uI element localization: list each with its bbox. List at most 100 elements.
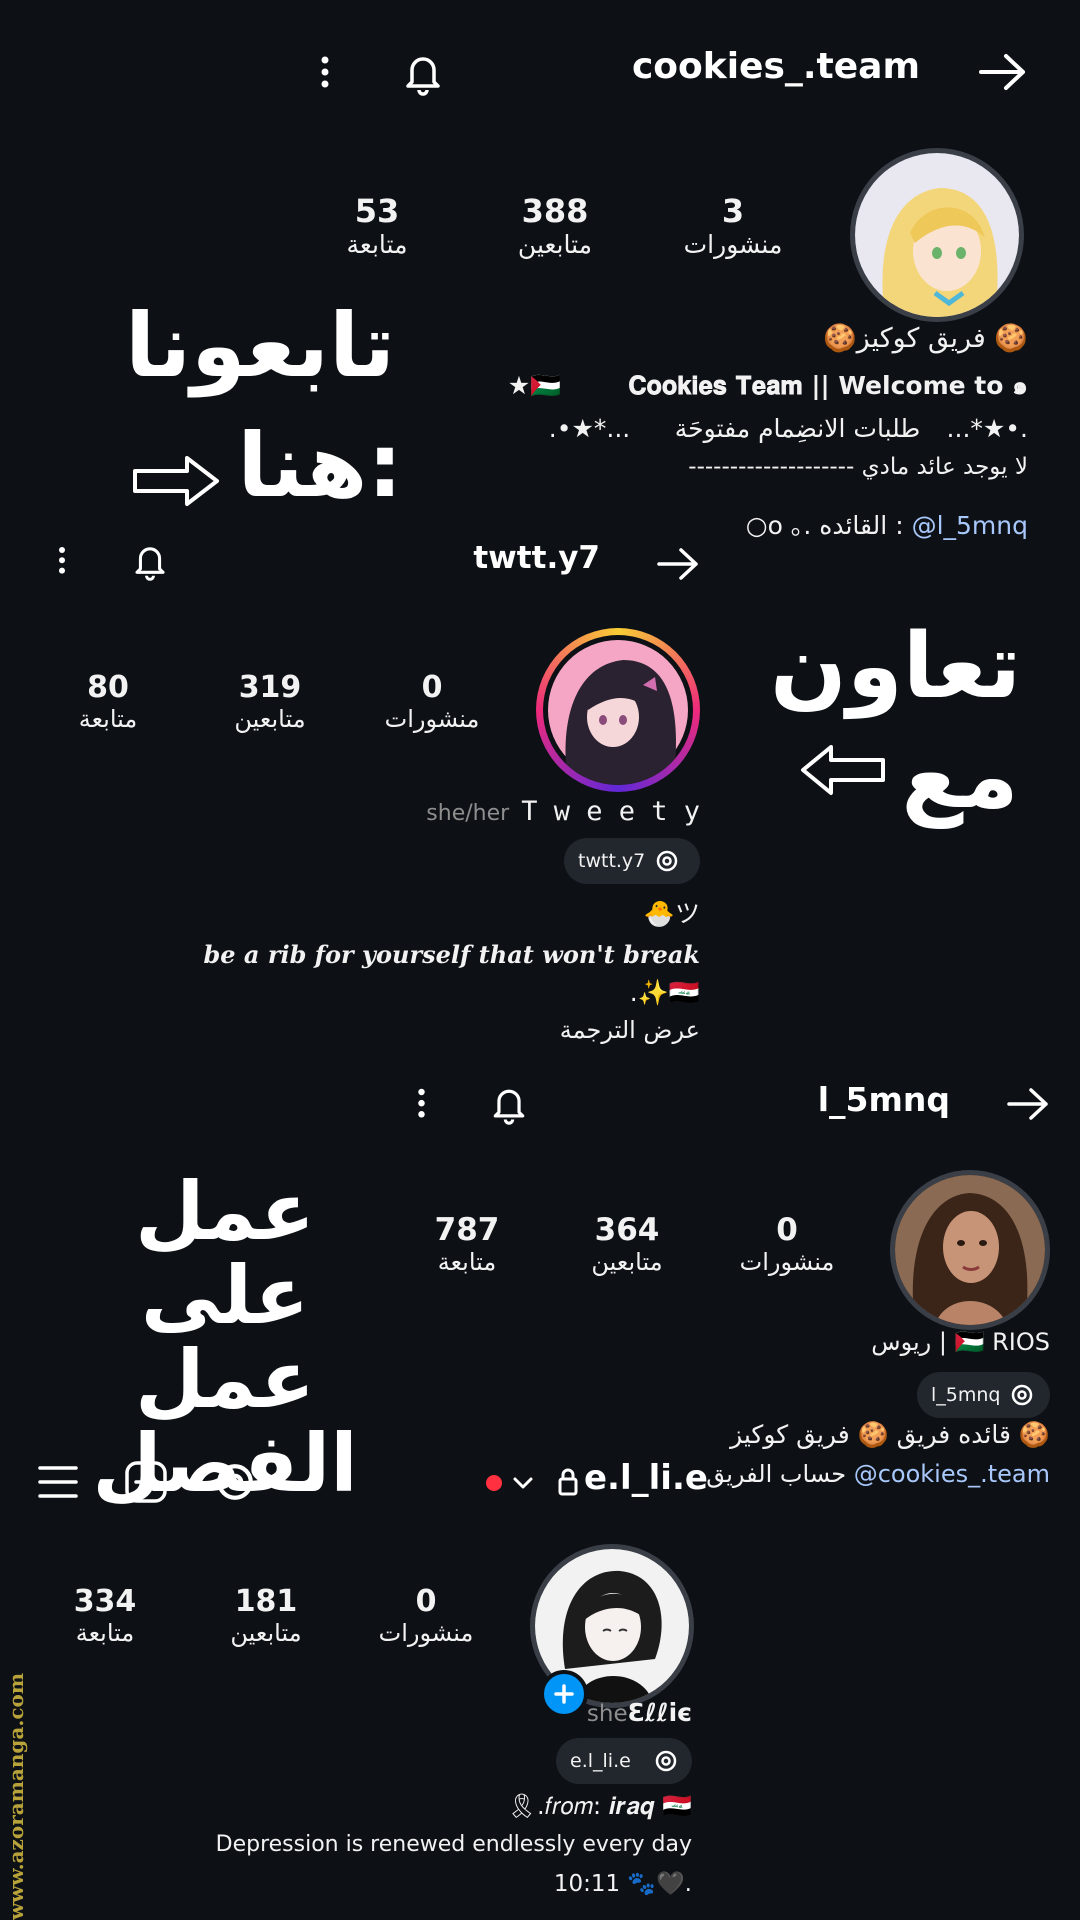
- threads-badge[interactable]: l_5mnq: [917, 1372, 1050, 1418]
- profile-avatar: [543, 635, 693, 785]
- stat-label: منشورات: [683, 230, 783, 259]
- stat-following[interactable]: 334 متابعة: [20, 1584, 190, 1647]
- stat-value: 319: [238, 670, 302, 705]
- profile-name: ريوس | 🇵🇸 RIOS: [871, 1328, 1050, 1356]
- overlay-caption: هنا:: [220, 414, 420, 517]
- bio-line: 10:11 🐾🖤.: [553, 1871, 692, 1897]
- bio-text: ○o ｡. القائده :: [745, 511, 912, 540]
- stat-label: منشورات: [384, 705, 480, 733]
- bio-line: -------------------- لا يوجد عائد مادي: [688, 454, 1028, 480]
- leader-mention-link[interactable]: @l_5mnq: [912, 511, 1028, 540]
- caption-line: هنا:: [237, 414, 403, 517]
- bio-line-team: حساب الفريق @cookies_.team: [706, 1460, 1050, 1488]
- translate-link[interactable]: عرض الترجمة: [560, 1016, 700, 1044]
- overlay-caption: تعاون: [770, 614, 1022, 719]
- stat-value: 80: [87, 670, 129, 705]
- profile-elie: e.l_li.e 0 منشورات 181 متابعين 334 متابع…: [0, 1440, 720, 1920]
- bell-icon[interactable]: [130, 540, 170, 582]
- overlay-caption: مع: [890, 724, 1030, 829]
- bio-block: ريوس | 🇵🇸 RIOS: [600, 1328, 1050, 1368]
- bio-text: حساب الفريق: [706, 1460, 854, 1488]
- back-arrow-icon[interactable]: [1006, 1086, 1050, 1122]
- stat-value: 0: [421, 670, 443, 705]
- profile-cookies-team: cookies_.team 3 منشورات 388 متابعين 53 م…: [0, 0, 1080, 540]
- chevron-down-icon[interactable]: [512, 1474, 534, 1492]
- stat-following[interactable]: 787 متابعة: [382, 1212, 552, 1276]
- bio-lines: 🐣ツ be a rib for yourself that won't brea…: [204, 890, 700, 1070]
- profile-twtt: twtt.y7 0 منشورات 319 متابعين 80 متابعة: [0, 530, 1021, 1050]
- threads-handle: l_5mnq: [931, 1384, 1001, 1406]
- live-indicator-dot: [486, 1475, 502, 1491]
- stat-value: 334: [73, 1584, 137, 1619]
- bio-line: Depression is renewed endlessly every da…: [215, 1832, 692, 1857]
- arrow-right-outline-icon: [132, 455, 220, 507]
- threads-icon: [655, 849, 679, 873]
- more-options-icon[interactable]: [56, 544, 68, 580]
- profile-avatar-story-ring[interactable]: [536, 628, 700, 792]
- stat-label: متابعة: [346, 230, 408, 259]
- stat-posts[interactable]: 3 منشورات: [648, 192, 818, 259]
- bio-block: sheƐℓℓiє: [200, 1696, 692, 1736]
- stat-value: 0: [776, 1212, 798, 1248]
- name-prefix: she: [586, 1701, 628, 1727]
- profile-avatar[interactable]: [890, 1170, 1050, 1330]
- bio-line: قائده فريق 🍪 فريق كوكيز 🍪: [730, 1420, 1050, 1449]
- stat-followers[interactable]: 181 متابعين: [181, 1584, 351, 1647]
- stat-value: 364: [594, 1212, 660, 1248]
- stat-label: متابعين: [517, 230, 593, 259]
- stat-label: متابعة: [437, 1248, 497, 1276]
- profile-username: twtt.y7: [473, 540, 600, 576]
- stat-following[interactable]: 80 متابعة: [23, 670, 193, 733]
- profile-name: she/her T w e e t y: [426, 796, 700, 827]
- back-arrow-icon[interactable]: [656, 546, 700, 582]
- threads-badge[interactable]: twtt.y7: [564, 838, 700, 884]
- stat-following[interactable]: 53 متابعة: [292, 192, 462, 259]
- stat-label: منشورات: [378, 1619, 474, 1647]
- bio-line-leader: ○o ｡. القائده : @l_5mnq: [746, 506, 1028, 542]
- stat-value: 388: [521, 192, 589, 230]
- more-options-icon[interactable]: [415, 1086, 428, 1124]
- bell-icon[interactable]: [488, 1082, 530, 1126]
- back-arrow-icon[interactable]: [978, 52, 1028, 92]
- stat-value: 0: [415, 1584, 437, 1619]
- threads-icon: [1010, 1383, 1034, 1407]
- stat-value: 181: [234, 1584, 298, 1619]
- threads-handle: twtt.y7: [578, 850, 646, 872]
- profile-username[interactable]: e.l_li.e: [584, 1458, 720, 1498]
- pronouns: she/her: [426, 801, 510, 826]
- profile-username: cookies_.team: [631, 46, 920, 87]
- watermark-text: www.azoramanga.com: [4, 1672, 28, 1920]
- caption-line: تعاون: [770, 614, 1022, 719]
- bio-line: 🎗.𝑓𝑟𝑜𝑚: 𝒊𝒓𝒂𝒒 🇮🇶: [506, 1792, 692, 1820]
- create-post-icon[interactable]: [124, 1460, 168, 1504]
- profile-avatar[interactable]: [850, 148, 1024, 322]
- stat-posts[interactable]: 0 منشورات: [347, 670, 517, 733]
- bio-lines: 🎗.𝑓𝑟𝑜𝑚: 𝒊𝒓𝒂𝒒 🇮🇶 Depression is renewed en…: [200, 1792, 692, 1920]
- stat-label: متابعين: [230, 1619, 302, 1647]
- bio-line: .•★*...⠀⠀ طلبات الانضِمام مفتوحَة⠀ ...*★…: [548, 414, 1028, 443]
- bio-line: be a rib for yourself that won't break: [203, 940, 700, 969]
- stat-label: متابعين: [234, 705, 306, 733]
- display-name: T w e e t y: [521, 796, 700, 827]
- caption-line: تابعونا: [124, 294, 396, 397]
- profile-l5mnq: l_5mnq 0 منشورات 364 متابعين 787 متابعة …: [0, 1060, 1080, 1506]
- stat-posts[interactable]: 0 منشورات: [341, 1584, 511, 1647]
- watermark: www.azoramanga.com: [4, 1668, 38, 1920]
- hamburger-menu-icon[interactable]: [38, 1464, 78, 1500]
- stat-followers[interactable]: 319 متابعين: [185, 670, 355, 733]
- stat-label: منشورات: [739, 1248, 835, 1276]
- stat-posts[interactable]: 0 منشورات: [702, 1212, 872, 1276]
- lock-icon: [557, 1466, 579, 1496]
- stat-label: متابعة: [75, 1619, 135, 1647]
- more-options-icon[interactable]: [318, 54, 332, 94]
- bell-icon[interactable]: [400, 50, 446, 96]
- overlay-caption: تابعونا: [110, 294, 410, 397]
- team-mention-link[interactable]: @cookies_.team: [854, 1460, 1050, 1488]
- threads-badge[interactable]: e.l_li.e: [556, 1738, 692, 1784]
- bio-line: 🐣ツ: [643, 899, 700, 928]
- profile-name: sheƐℓℓiє: [587, 1698, 692, 1727]
- threads-icon[interactable]: [214, 1460, 256, 1504]
- stat-followers[interactable]: 364 متابعين: [542, 1212, 712, 1276]
- stat-followers[interactable]: 388 متابعين: [470, 192, 640, 259]
- caption-line: مع: [901, 724, 1019, 829]
